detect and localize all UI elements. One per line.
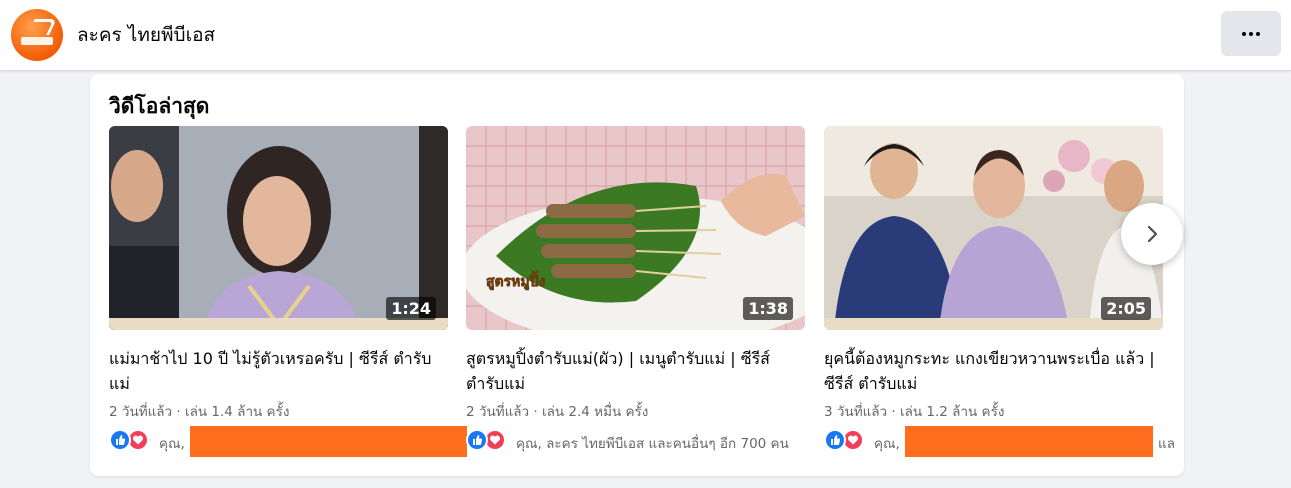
video-title[interactable]: แม่มาช้าไป 10 ปี ไม่รู้ตัวเหรอครับ | ซีร… [109, 346, 448, 396]
section-title: วิดีโอล่าสุด [109, 94, 210, 118]
reactions-text-tail: แล [1158, 436, 1175, 452]
redacted-block [190, 426, 467, 457]
reactions-summary[interactable]: คุณ, [109, 426, 469, 457]
video-thumbnail[interactable]: 1:24 [109, 126, 448, 330]
page-header: ละคร ไทยพีบีเอส [0, 0, 1291, 71]
reactions-text: คุณ, [159, 436, 185, 452]
chevron-right-icon [1147, 225, 1158, 243]
reactions-summary[interactable]: คุณ, แล [824, 426, 1184, 457]
more-dots-icon [1242, 31, 1260, 36]
reactions-text: คุณ, ละคร ไทยพีบีเอส และคนอื่นๆ อีก 700 … [516, 436, 789, 452]
carousel-next-button[interactable] [1121, 203, 1183, 265]
video-meta: 2 วันที่แล้ว · เล่น 1.4 ล้าน ครั้ง [109, 404, 290, 420]
video-card[interactable]: 2:05 ยุคนี้ต้องหมูกระทะ แกงเขียวหวานพระเ… [824, 126, 1175, 457]
page-avatar[interactable] [11, 9, 63, 61]
video-title[interactable]: ยุคนี้ต้องหมูกระทะ แกงเขียวหวานพระเบื่อ … [824, 346, 1163, 396]
video-meta: 3 วันที่แล้ว · เล่น 1.2 ล้าน ครั้ง [824, 404, 1005, 420]
latest-videos-card: วิดีโอล่าสุด 1:24 แม่มาช้าไป 10 ปี ไม่รู… [90, 74, 1184, 476]
video-card[interactable]: สูตรหมูปิ้ง 1:38 สูตรหมูปิ้งตำรับแม่(ผัว… [466, 126, 805, 452]
video-thumbnail[interactable]: สูตรหมูปิ้ง 1:38 [466, 126, 805, 330]
video-duration: 1:24 [386, 297, 436, 320]
like-icon [824, 429, 846, 451]
redacted-block [905, 426, 1153, 457]
reactions-summary[interactable]: คุณ, ละคร ไทยพีบีเอส และคนอื่นๆ อีก 700 … [466, 426, 826, 456]
video-meta: 2 วันที่แล้ว · เล่น 2.4 หมื่น ครั้ง [466, 404, 649, 420]
like-icon [109, 429, 131, 451]
video-title[interactable]: สูตรหมูปิ้งตำรับแม่(ผัว) | เมนูตำรับแม่ … [466, 346, 805, 396]
more-options-button[interactable] [1221, 11, 1281, 56]
reactions-text: คุณ, [874, 436, 900, 452]
video-duration: 2:05 [1101, 297, 1151, 320]
page-name[interactable]: ละคร ไทยพีบีเอส [77, 20, 215, 50]
video-duration: 1:38 [743, 297, 793, 320]
video-card[interactable]: 1:24 แม่มาช้าไป 10 ปี ไม่รู้ตัวเหรอครับ … [109, 126, 467, 457]
video-thumbnail[interactable]: 2:05 [824, 126, 1163, 330]
like-icon [466, 429, 488, 451]
